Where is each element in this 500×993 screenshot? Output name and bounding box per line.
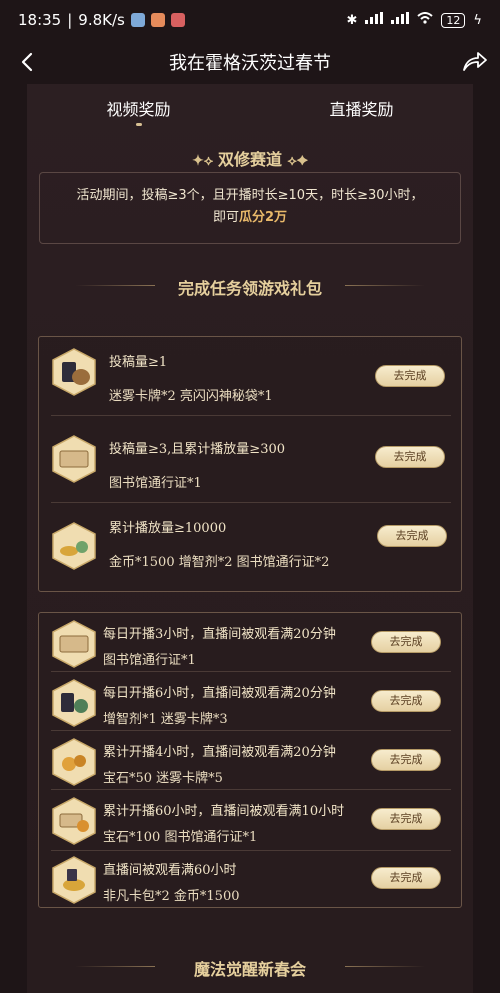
task-text: 每日开播6小时，直播间被观看满20分钟: [103, 686, 336, 701]
task-text: 累计开播4小时，直播间被观看满20分钟: [103, 745, 336, 760]
bluetooth-icon: ✱: [346, 12, 358, 28]
task-text: 投稿量≥3,且累计播放量≥300: [109, 442, 286, 457]
share-icon[interactable]: [460, 48, 488, 76]
go-complete-button[interactable]: 去完成: [375, 365, 445, 387]
desc-line-1: 活动期间，投稿≥3个，且开播时长≥10天，时长≥30小时，: [76, 188, 424, 203]
task-row: 投稿量≥1 迷雾卡牌*2 亮闪闪神秘袋*1 去完成: [39, 337, 463, 415]
go-complete-button[interactable]: 去完成: [371, 749, 441, 771]
status-bar: 18:35 | 9.8K/s ✱ 12 ϟ: [0, 0, 500, 40]
wifi-icon: [417, 12, 434, 28]
go-complete-button[interactable]: 去完成: [377, 525, 447, 547]
reward-text: 增智剂*1 迷雾卡牌*3: [103, 712, 228, 727]
app-notification-icon: [170, 13, 185, 27]
card-coins-icon: [52, 856, 96, 904]
task-row: 累计开播4小时，直播间被观看满20分钟 宝石*50 迷雾卡牌*5 去完成: [39, 731, 463, 789]
top-navigation: 我在霍格沃茨过春节: [0, 40, 500, 84]
ticket-icon: [52, 435, 96, 483]
track-title: 双修赛道: [217, 150, 282, 169]
tab-video-rewards[interactable]: 视频奖励: [27, 84, 250, 132]
task-row: 直播间被观看满60小时 非凡卡包*2 金币*1500 去完成: [39, 851, 463, 909]
task-row: 每日开播6小时，直播间被观看满20分钟 增智剂*1 迷雾卡牌*3 去完成: [39, 672, 463, 730]
card-bag-icon: [52, 348, 96, 396]
gems-icon: [52, 738, 96, 786]
network-speed: 9.8K/s: [78, 11, 125, 29]
go-complete-button[interactable]: 去完成: [375, 446, 445, 468]
task-text: 直播间被观看满60小时: [103, 863, 237, 878]
task-row: 投稿量≥3,且累计播放量≥300 图书馆通行证*1 去完成: [39, 416, 463, 502]
tab-live-rewards[interactable]: 直播奖励: [250, 84, 473, 132]
gems-ticket-icon: [52, 797, 96, 845]
track-heading: ✦⟡ 双修赛道 ⟡✦: [27, 146, 473, 170]
sparkle-icon: ✦⟡: [192, 153, 218, 169]
ticket-icon: [52, 620, 96, 668]
reward-text: 图书馆通行证*1: [109, 476, 202, 491]
task-text: 每日开播3小时，直播间被观看满20分钟: [103, 627, 336, 642]
potion-card-icon: [52, 679, 96, 727]
reward-tabs: 视频奖励 直播奖励: [27, 84, 473, 132]
reward-text: 非凡卡包*2 金币*1500: [103, 889, 240, 904]
divider: [345, 285, 425, 286]
task-row: 累计开播60小时，直播间被观看满10小时 宝石*100 图书馆通行证*1 去完成: [39, 790, 463, 850]
go-complete-button[interactable]: 去完成: [371, 808, 441, 830]
reward-text: 图书馆通行证*1: [103, 653, 196, 668]
reward-text: 宝石*50 迷雾卡牌*5: [103, 771, 223, 786]
sparkle-icon: ⟡✦: [287, 153, 308, 169]
task-text: 累计播放量≥10000: [109, 521, 227, 536]
task-row: 累计播放量≥10000 金币*1500 增智剂*2 图书馆通行证*2 去完成: [39, 503, 463, 593]
reward-text: 金币*1500 增智剂*2 图书馆通行证*2: [109, 555, 330, 570]
event-page: 视频奖励 直播奖励 ✦⟡ 双修赛道 ⟡✦ 活动期间，投稿≥3个，且开播时长≥10…: [27, 84, 473, 993]
charging-icon: ϟ: [473, 12, 482, 28]
clock: 18:35: [18, 11, 62, 29]
footer-heading: 魔法觉醒新春会: [193, 960, 306, 979]
desc-prefix: 即可: [212, 210, 239, 225]
tasks-heading: 完成任务领游戏礼包: [177, 279, 322, 298]
app-notification-icon: [130, 13, 145, 27]
page-title: 我在霍格沃茨过春节: [169, 53, 331, 74]
go-complete-button[interactable]: 去完成: [371, 690, 441, 712]
go-complete-button[interactable]: 去完成: [371, 867, 441, 889]
back-arrow-icon[interactable]: [14, 48, 42, 76]
battery-indicator: 12: [441, 12, 466, 28]
task-text: 投稿量≥1: [109, 355, 168, 370]
track-description: 活动期间，投稿≥3个，且开播时长≥10天，时长≥30小时， 即可瓜分2万: [39, 172, 461, 244]
live-tasks-panel: 每日开播3小时，直播间被观看满20分钟 图书馆通行证*1 去完成 每日开播6小时…: [38, 612, 462, 908]
task-row: 每日开播3小时，直播间被观看满20分钟 图书馆通行证*1 去完成: [39, 613, 463, 671]
desc-highlight: 瓜分2万: [238, 210, 288, 225]
divider: [345, 966, 425, 967]
signal-icon: [391, 12, 410, 28]
app-notification-icon: [150, 13, 165, 27]
reward-text: 宝石*100 图书馆通行证*1: [103, 830, 258, 845]
coins-potion-icon: [52, 522, 96, 570]
go-complete-button[interactable]: 去完成: [371, 631, 441, 653]
signal-icon: [365, 12, 384, 28]
task-text: 累计开播60小时，直播间被观看满10小时: [103, 804, 345, 819]
video-tasks-panel: 投稿量≥1 迷雾卡牌*2 亮闪闪神秘袋*1 去完成 投稿量≥3,且累计播放量≥3…: [38, 336, 462, 592]
reward-text: 迷雾卡牌*2 亮闪闪神秘袋*1: [109, 389, 273, 404]
